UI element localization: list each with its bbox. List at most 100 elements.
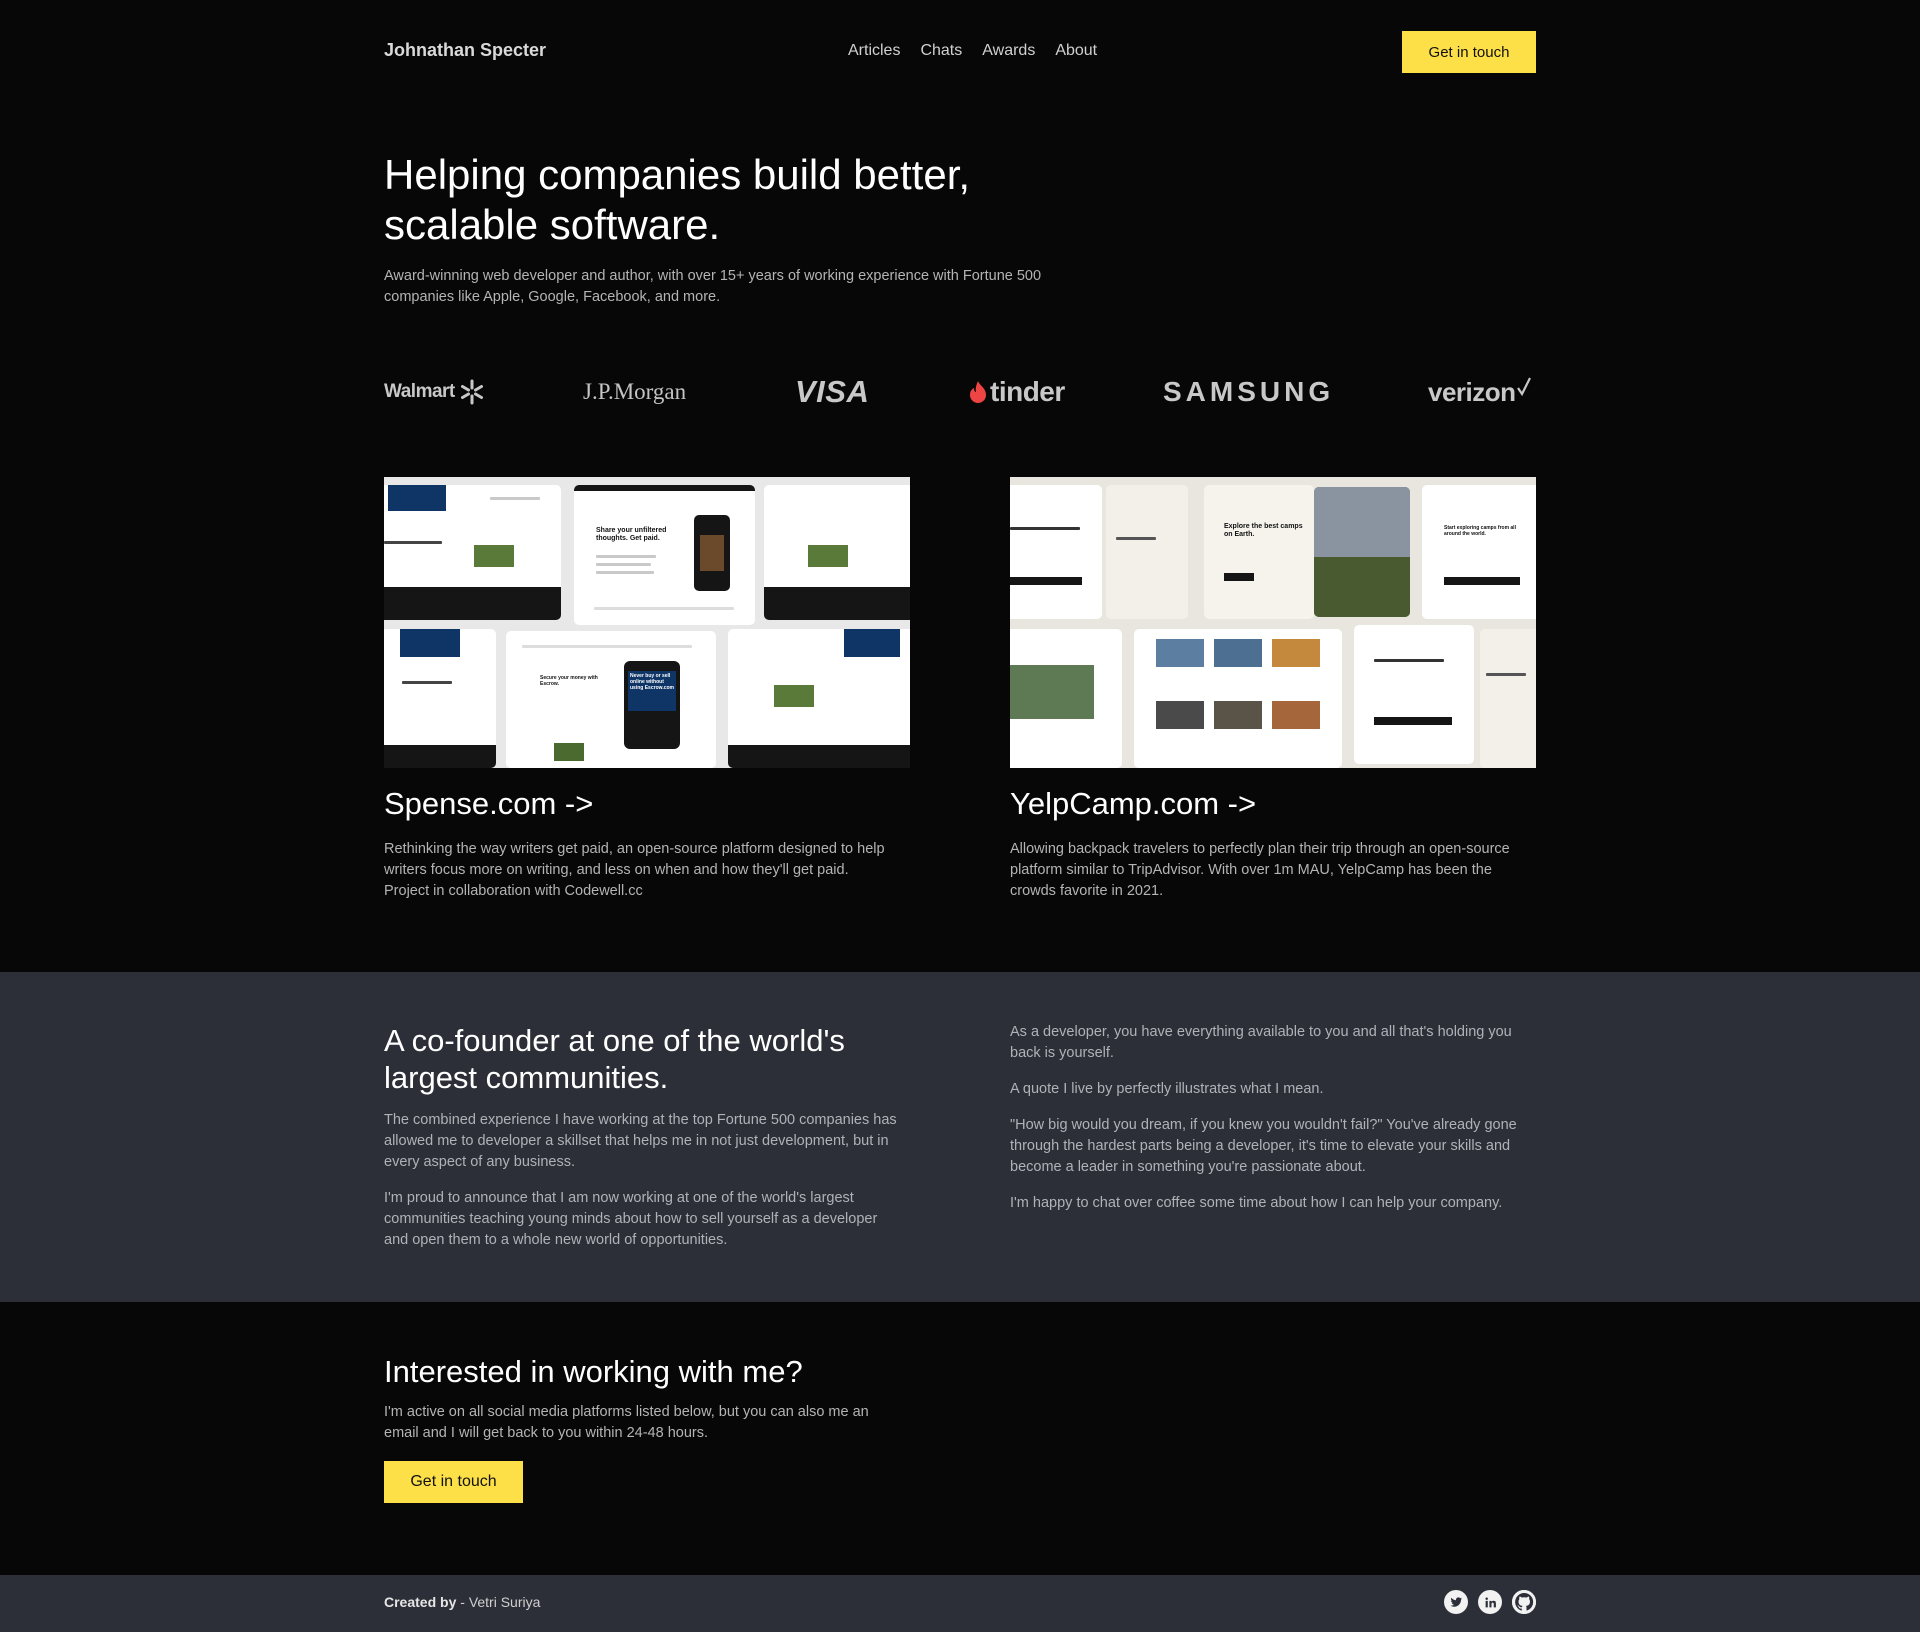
about-left-p1-line-2: allowed me to developer a skillset that …: [384, 1133, 889, 1149]
jpmorgan-logo: J.P.Morgan: [583, 370, 686, 414]
about-left-p1-line-1: The combined experience I have working a…: [384, 1112, 897, 1128]
nav-item-articles[interactable]: Articles: [848, 42, 900, 60]
about-section: [0, 972, 1920, 1302]
verizon-logo: verizon: [1428, 370, 1531, 414]
github-icon[interactable]: [1512, 1590, 1536, 1614]
about-right-p1-line-1: As a developer, you have everything avai…: [1010, 1024, 1512, 1040]
spense-mock-photo: [554, 743, 584, 761]
yelpcamp-desc-line-3: crowds favorite in 2021.: [1010, 883, 1164, 899]
hero-subtitle-line-1: Award-winning web developer and author, …: [384, 268, 1042, 284]
header-get-in-touch-button[interactable]: Get in touch: [1402, 31, 1536, 73]
about-left-p2-line-3: and open them to a whole new world of op…: [384, 1232, 728, 1248]
yelpcamp-mock-card-7: [1354, 625, 1474, 764]
yelpcamp-project-image[interactable]: Explore the best camps on Earth. Start e…: [1010, 477, 1536, 768]
brand-name[interactable]: Johnathan Specter: [384, 40, 546, 61]
yelpcamp-desc-line-1: Allowing backpack travelers to perfectly…: [1010, 841, 1510, 857]
yelpcamp-mock-photo: [1010, 665, 1094, 719]
visa-logo-text: VISA: [795, 374, 870, 409]
yelpcamp-mock-sky: [1314, 487, 1410, 557]
footer-separator: -: [456, 1594, 469, 1610]
spense-mock-banner: [388, 485, 446, 511]
spense-mock-banner: [400, 629, 460, 657]
spense-mock-card-1: [384, 485, 561, 620]
checkmark-icon: [1516, 377, 1531, 397]
spense-desc-line-2: writers focus more on writing, and less …: [384, 862, 849, 878]
about-title-line-2: largest communities.: [384, 1060, 669, 1095]
spense-mock-photo: [474, 545, 514, 567]
nav-item-awards[interactable]: Awards: [982, 42, 1035, 60]
spense-mock-heading: Share your unfiltered thoughts. Get paid…: [596, 527, 667, 542]
yelpcamp-mock-photo: [1272, 639, 1320, 667]
about-right-paragraph-1: As a developer, you have everything avai…: [1010, 1022, 1550, 1064]
flame-icon: [970, 381, 986, 403]
yelpcamp-project-description: Allowing backpack travelers to perfectly…: [1010, 839, 1550, 902]
main-nav: Articles Chats Awards About: [848, 42, 1097, 60]
spense-mock-topbar: [574, 485, 755, 491]
linkedin-icon[interactable]: [1478, 1590, 1502, 1614]
yelpcamp-mock-heading-2: Start exploring camps from all around th…: [1444, 525, 1516, 537]
spense-mock-line: [596, 555, 656, 558]
spense-mock-heading-3: Secure your money with Escrow.: [540, 675, 598, 687]
about-title-line-1: A co-founder at one of the world's: [384, 1023, 845, 1058]
site-footer: [0, 1575, 1920, 1632]
yelpcamp-mock-button: [1224, 573, 1254, 581]
spense-mock-line: [596, 563, 651, 566]
samsung-logo-text: SAMSUNG: [1163, 376, 1335, 407]
about-right-paragraph-3: "How big would you dream, if you knew yo…: [1010, 1115, 1550, 1178]
hero-title-line-2: scalable software.: [384, 201, 721, 248]
site-header: Johnathan Specter Articles Chats Awards …: [0, 0, 1920, 103]
spense-mock-card-5: Secure your money with Escrow. Never buy…: [506, 631, 716, 768]
spense-mock-line: [594, 607, 734, 610]
yelpcamp-mock-line: [1374, 659, 1444, 662]
yelpcamp-mock-line: [1116, 537, 1156, 540]
spense-desc-line-3: Project in collaboration with Codewell.c…: [384, 883, 643, 899]
walmart-logo-text: Walmart: [384, 381, 455, 402]
spense-mock-photo: [808, 545, 848, 567]
yelpcamp-mock-photo: [1272, 701, 1320, 729]
twitter-icon[interactable]: [1444, 1590, 1468, 1614]
spense-project-title[interactable]: Spense.com ->: [384, 786, 593, 822]
yelpcamp-mock-button: [1374, 717, 1452, 725]
cta-get-in-touch-button[interactable]: Get in touch: [384, 1461, 523, 1503]
about-right-p3-line-2: through the hardest parts being a develo…: [1010, 1138, 1511, 1154]
spense-mock-line: [384, 541, 442, 544]
spense-mock-footer: [728, 745, 910, 768]
visa-logo: VISA: [795, 370, 869, 414]
about-left-p2-line-2: communities teaching young minds about h…: [384, 1211, 878, 1227]
yelpcamp-mock-photo: [1214, 701, 1262, 729]
about-left-p1-line-3: every aspect of any business.: [384, 1154, 576, 1170]
spense-mock-footer: [384, 587, 561, 620]
spense-mock-line: [596, 571, 654, 574]
tinder-logo: tinder: [968, 370, 1065, 414]
footer-credit: Created by - Vetri Suriya: [384, 1594, 540, 1610]
yelpcamp-mock-photo: [1314, 487, 1410, 617]
yelpcamp-mock-card-5: [1010, 629, 1122, 768]
spense-mock-card-3: [764, 485, 910, 620]
about-right-p3-line-1: "How big would you dream, if you knew yo…: [1010, 1117, 1517, 1133]
nav-item-chats[interactable]: Chats: [920, 42, 962, 60]
footer-created-by: Created by: [384, 1594, 457, 1610]
yelpcamp-mock-card-3: Explore the best camps on Earth.: [1204, 485, 1314, 619]
about-right-paragraph-2: A quote I live by perfectly illustrates …: [1010, 1081, 1324, 1097]
spense-mock-card-4: [384, 629, 496, 768]
yelpcamp-mock-card-4: Start exploring camps from all around th…: [1422, 485, 1536, 619]
yelpcamp-mock-line: [1010, 527, 1080, 530]
about-right-paragraph-4: I'm happy to chat over coffee some time …: [1010, 1195, 1503, 1211]
yelpcamp-desc-line-2: platform similar to TripAdvisor. With ov…: [1010, 862, 1492, 878]
spense-mock-footer: [764, 587, 910, 620]
yelpcamp-project-title[interactable]: YelpCamp.com ->: [1010, 786, 1256, 822]
hero-subtitle-line-2: companies like Apple, Google, Facebook, …: [384, 289, 721, 305]
yelpcamp-mock-ground: [1314, 557, 1410, 617]
yelpcamp-mock-button: [1444, 577, 1520, 585]
jpmorgan-logo-text: J.P.Morgan: [583, 379, 687, 404]
spense-mock-card-2: Share your unfiltered thoughts. Get paid…: [574, 485, 755, 625]
yelpcamp-mock-card-8: [1480, 629, 1536, 768]
samsung-logo: SAMSUNG: [1163, 370, 1334, 414]
nav-item-about[interactable]: About: [1055, 42, 1097, 60]
yelpcamp-mock-button: [1010, 577, 1082, 585]
spense-mock-footer: [384, 745, 496, 768]
footer-author[interactable]: Vetri Suriya: [469, 1594, 541, 1610]
about-right-p3-line-3: become a leader in something you're pass…: [1010, 1159, 1366, 1175]
spense-project-image[interactable]: Share your unfiltered thoughts. Get paid…: [384, 477, 910, 768]
spense-desc-line-1: Rethinking the way writers get paid, an …: [384, 841, 885, 857]
